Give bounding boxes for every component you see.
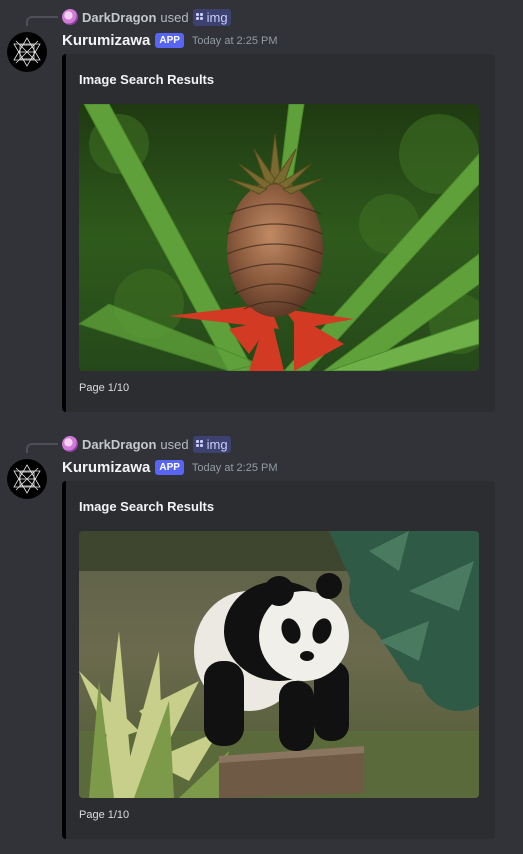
message-2: DarkDragon used img Kurumizawa APP Today… [0, 427, 523, 847]
pineapple-image[interactable] [79, 104, 479, 371]
command-name: img [206, 9, 228, 25]
reply-username[interactable]: DarkDragon [82, 437, 156, 452]
timestamp[interactable]: Today at 2:25 PM [192, 35, 278, 47]
avatar[interactable] [7, 459, 47, 499]
app-badge: APP [155, 33, 184, 48]
embed-footer: Page 1/10 [79, 809, 130, 821]
message-header: Kurumizawa APP Today at 2:25 PM [62, 459, 278, 476]
command-name: img [206, 436, 228, 452]
message-1: DarkDragon used img Kurumizawa APP Today… [0, 0, 523, 420]
message-header: Kurumizawa APP Today at 2:25 PM [62, 32, 278, 49]
slash-command-icon [195, 440, 204, 448]
timestamp[interactable]: Today at 2:25 PM [192, 462, 278, 474]
app-badge: APP [155, 460, 184, 475]
author-name[interactable]: Kurumizawa [62, 32, 150, 49]
embed-title: Image Search Results [79, 72, 215, 87]
reply-context[interactable]: DarkDragon used img [62, 435, 231, 453]
panda-image[interactable] [79, 531, 479, 798]
reply-spine [26, 443, 58, 453]
embed-footer: Page 1/10 [79, 382, 130, 394]
reply-user-avatar[interactable] [62, 436, 78, 452]
reply-used-text: used [160, 436, 189, 452]
reply-context[interactable]: DarkDragon used img [62, 8, 231, 26]
reply-username[interactable]: DarkDragon [82, 10, 156, 25]
embed-title: Image Search Results [79, 499, 215, 514]
slash-command-icon [195, 13, 204, 21]
embed: Image Search Results Page 1/10 [62, 54, 495, 412]
avatar[interactable] [7, 32, 47, 72]
reply-spine [26, 16, 58, 26]
reply-used-text: used [160, 9, 189, 25]
command-chip[interactable]: img [192, 8, 231, 26]
embed: Image Search Results Page 1/10 [62, 481, 495, 839]
author-name[interactable]: Kurumizawa [62, 459, 150, 476]
reply-user-avatar[interactable] [62, 9, 78, 25]
command-chip[interactable]: img [192, 435, 231, 453]
